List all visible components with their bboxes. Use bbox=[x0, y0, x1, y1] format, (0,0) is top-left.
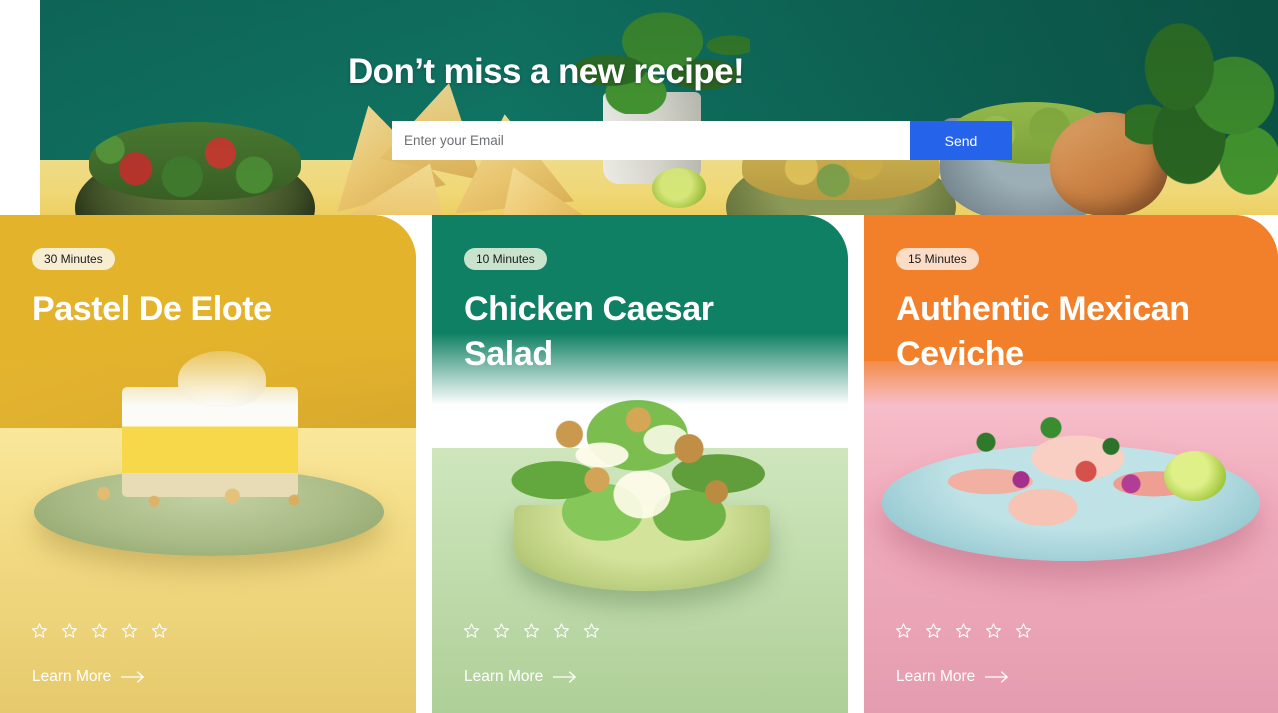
cook-time-badge: 15 Minutes bbox=[896, 248, 979, 270]
newsletter-hero: Don’t miss a new recipe! Send bbox=[40, 0, 1278, 215]
card2-croutons-icon bbox=[528, 403, 758, 523]
arrow-right-icon bbox=[553, 671, 577, 683]
rating-stars[interactable] bbox=[463, 622, 600, 639]
star-outline-icon[interactable] bbox=[523, 622, 540, 639]
recipe-card-grid: 30 Minutes Pastel De Elote Learn More 10… bbox=[0, 215, 1278, 713]
star-outline-icon[interactable] bbox=[955, 622, 972, 639]
newsletter-title: Don’t miss a new recipe! bbox=[348, 52, 745, 91]
learn-more-label: Learn More bbox=[896, 668, 976, 685]
arrow-right-icon bbox=[985, 671, 1009, 683]
star-outline-icon[interactable] bbox=[553, 622, 570, 639]
learn-more-link[interactable]: Learn More bbox=[464, 668, 577, 686]
learn-more-label: Learn More bbox=[464, 668, 544, 685]
hero-content: Don’t miss a new recipe! Send bbox=[40, 0, 1278, 215]
arrow-right-icon bbox=[121, 671, 145, 683]
star-outline-icon[interactable] bbox=[1015, 622, 1032, 639]
recipe-card[interactable]: 15 Minutes Authentic Mexican Ceviche Lea… bbox=[864, 215, 1278, 713]
recipe-card[interactable]: 30 Minutes Pastel De Elote Learn More bbox=[0, 215, 416, 713]
learn-more-label: Learn More bbox=[32, 668, 112, 685]
star-outline-icon[interactable] bbox=[583, 622, 600, 639]
cook-time-badge: 10 Minutes bbox=[464, 248, 547, 270]
recipe-title: Authentic Mexican Ceviche bbox=[896, 290, 1190, 373]
star-outline-icon[interactable] bbox=[121, 622, 138, 639]
cook-time-badge: 30 Minutes bbox=[32, 248, 115, 270]
rating-stars[interactable] bbox=[31, 622, 168, 639]
email-input[interactable] bbox=[392, 121, 910, 160]
card1-crumbs-icon bbox=[70, 483, 350, 509]
page-root: Don’t miss a new recipe! Send 30 Minutes… bbox=[0, 0, 1278, 713]
recipe-title: Pastel De Elote bbox=[32, 290, 272, 328]
learn-more-link[interactable]: Learn More bbox=[32, 668, 145, 686]
star-outline-icon[interactable] bbox=[61, 622, 78, 639]
star-outline-icon[interactable] bbox=[493, 622, 510, 639]
card3-lime-icon bbox=[1164, 451, 1226, 501]
recipe-title: Chicken Caesar Salad bbox=[464, 290, 714, 373]
star-outline-icon[interactable] bbox=[895, 622, 912, 639]
star-outline-icon[interactable] bbox=[151, 622, 168, 639]
rating-stars[interactable] bbox=[895, 622, 1032, 639]
star-outline-icon[interactable] bbox=[463, 622, 480, 639]
send-button[interactable]: Send bbox=[910, 121, 1012, 160]
star-outline-icon[interactable] bbox=[31, 622, 48, 639]
star-outline-icon[interactable] bbox=[985, 622, 1002, 639]
card3-garnish-icon bbox=[946, 411, 1196, 515]
star-outline-icon[interactable] bbox=[91, 622, 108, 639]
star-outline-icon[interactable] bbox=[925, 622, 942, 639]
newsletter-form: Send bbox=[392, 121, 1012, 160]
recipe-card[interactable]: 10 Minutes Chicken Caesar Salad Learn Mo… bbox=[432, 215, 848, 713]
learn-more-link[interactable]: Learn More bbox=[896, 668, 1009, 686]
